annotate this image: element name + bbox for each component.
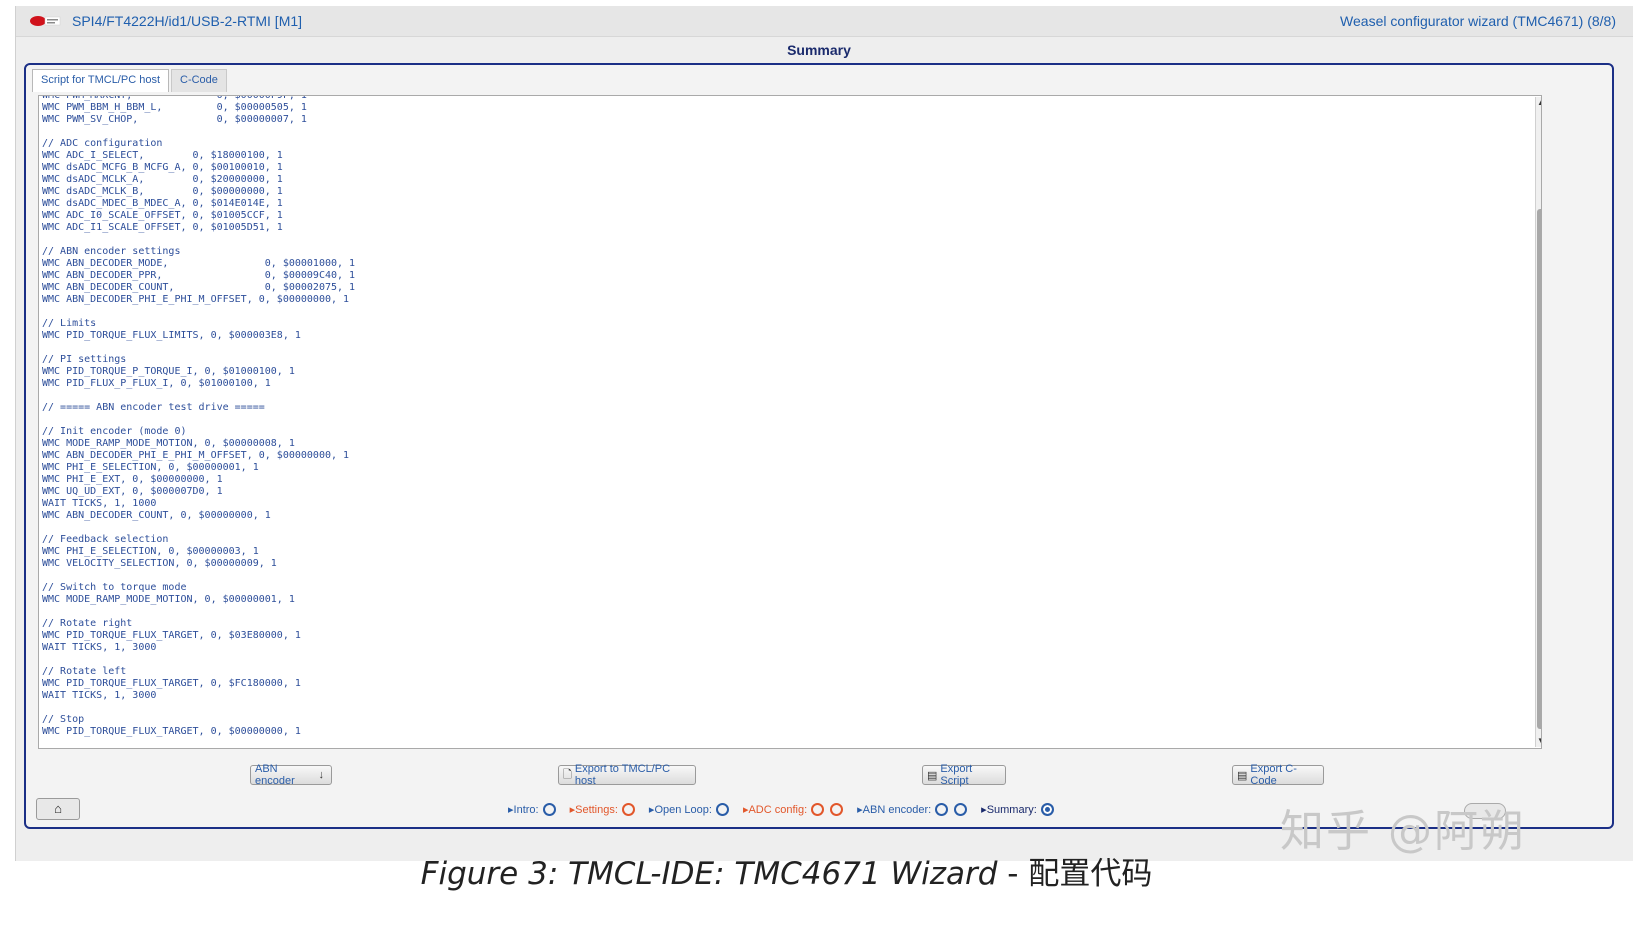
summary-panel: Script for TMCL/PC host C-Code WMC PWM_M…: [24, 63, 1614, 829]
script-code: WMC PWM_MAXCNT, 0, $00000F9F, 1 WMC PWM_…: [42, 95, 356, 737]
wizard-step[interactable]: ▸Summary:: [981, 803, 1060, 816]
wizard-step[interactable]: ▸Intro:: [508, 803, 562, 816]
scroll-up-icon[interactable]: ▲: [1536, 97, 1541, 109]
wizard-step-label: ▸Open Loop:: [648, 804, 712, 816]
scroll-thumb[interactable]: [1537, 209, 1541, 729]
step-status-icon: [542, 803, 556, 816]
scroll-down-icon[interactable]: ▼: [1536, 735, 1541, 747]
export-ccode-button[interactable]: ▤ Export C-Code: [1232, 763, 1324, 787]
trinamic-logo-icon: [30, 16, 61, 26]
export-tmcl-button[interactable]: 🗋 Export to TMCL/PC host: [558, 763, 696, 787]
wizard-step[interactable]: ▸Settings:: [570, 803, 641, 816]
step-status-icon: [830, 803, 844, 816]
tab-c-code[interactable]: C-Code: [171, 69, 227, 92]
device-path-label: SPI4/FT4222H/id1/USB-2-RTMI [M1]: [72, 13, 303, 29]
step-status-icon: [935, 803, 949, 816]
export-tmcl-button-label: Export to TMCL/PC host: [574, 763, 671, 787]
step-status-icon: [1040, 803, 1054, 816]
arrow-down-icon: ↓: [318, 769, 325, 781]
title-bar: SPI4/FT4222H/id1/USB-2-RTMI [M1] Weasel …: [16, 6, 1633, 37]
figure-caption: Figure 3: TMCL-IDE: TMC4671 Wizard - 配置代…: [0, 848, 1573, 893]
wizard-step-indicator: ▸Intro: ▸Settings: ▸Open Loop: ▸ADC config:…: [508, 803, 1068, 816]
script-text-area[interactable]: WMC PWM_MAXCNT, 0, $00000F9F, 1 WMC PWM_…: [38, 95, 1542, 749]
abn-encoder-button[interactable]: ABN encoder ↓: [250, 763, 332, 787]
wizard-step[interactable]: ▸Open Loop:: [649, 803, 735, 816]
step-status-icon: [621, 803, 635, 816]
caption-main: Figure 3: TMCL-IDE: TMC4671 Wizard: [420, 856, 998, 892]
home-icon: ⌂: [54, 801, 62, 816]
wizard-step-label: ▸ADC config:: [742, 804, 808, 816]
caption-suffix: - 配置代码: [997, 856, 1153, 892]
application-window: SPI4/FT4222H/id1/USB-2-RTMI [M1] Weasel …: [15, 6, 1633, 861]
wizard-step-label: ▸ABN encoder:: [857, 804, 932, 816]
home-button[interactable]: ⌂: [36, 798, 80, 820]
step-status-icon: [811, 803, 825, 816]
tab-bar: Script for TMCL/PC host C-Code: [32, 69, 229, 92]
wizard-step[interactable]: ▸ABN encoder:: [857, 803, 973, 816]
export-script-button-label: Export Script: [940, 763, 973, 787]
save-icon: ▤: [927, 769, 938, 782]
wizard-title: Weasel configurator wizard (TMC4671) (8/…: [1340, 13, 1616, 29]
abn-encoder-button-label: ABN encoder: [255, 763, 295, 787]
step-status-icon: [715, 803, 729, 816]
page-title: Summary: [787, 42, 851, 58]
wizard-step-label: ▸Intro:: [508, 804, 539, 816]
save-icon: ▤: [1237, 769, 1248, 782]
export-ccode-button-label: Export C-Code: [1250, 763, 1297, 787]
wizard-step-label: ▸Summary:: [981, 804, 1037, 816]
wizard-step-label: ▸Settings:: [569, 804, 618, 816]
wizard-step[interactable]: ▸ADC config:: [743, 803, 849, 816]
export-script-button[interactable]: ▤ Export Script: [922, 763, 1006, 787]
vertical-scrollbar[interactable]: ▲ ▼: [1535, 97, 1541, 747]
document-icon: 🗋: [563, 768, 572, 781]
tab-script-tmcl[interactable]: Script for TMCL/PC host: [32, 69, 169, 92]
step-status-icon: [954, 803, 968, 816]
